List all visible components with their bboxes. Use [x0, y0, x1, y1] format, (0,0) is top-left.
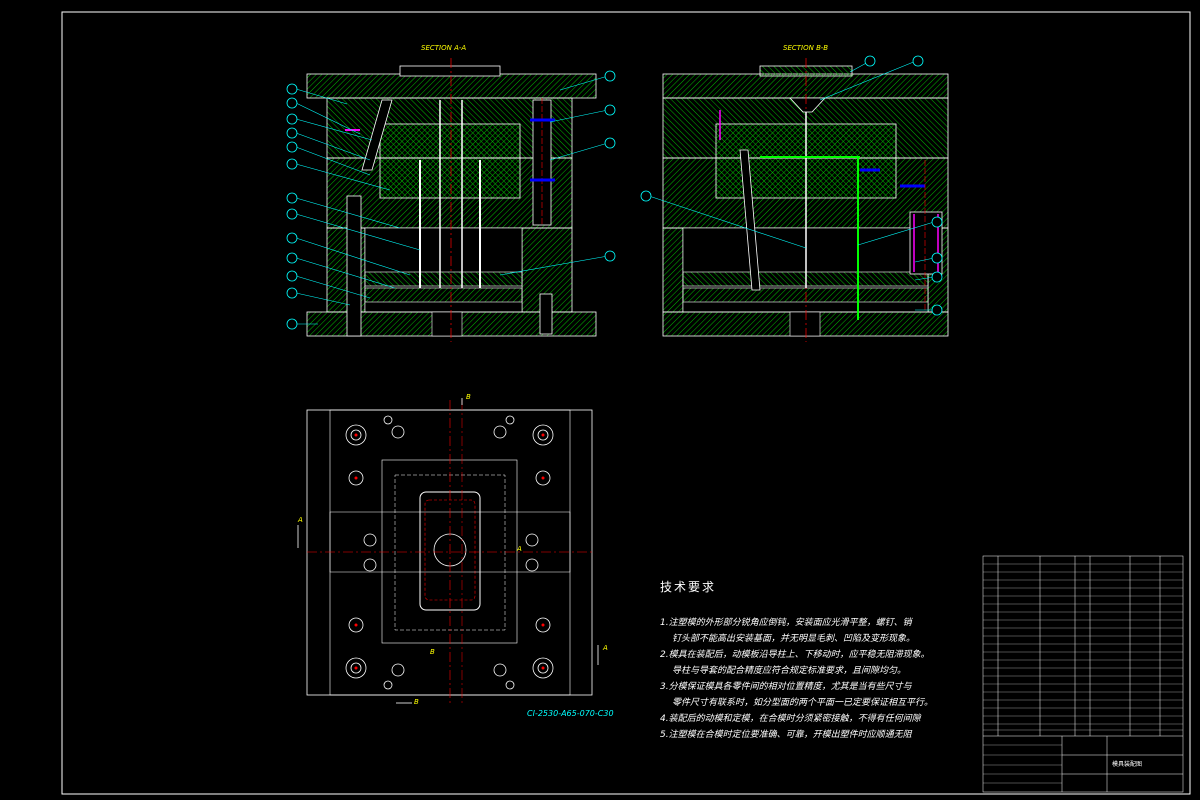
mold-assembly-drawing — [61, 11, 1191, 795]
tech-item: 2.模具在装配后，动模板沿导柱上、下移动时，应平稳无阻滞现象。 — [660, 650, 930, 660]
plan-view — [297, 398, 599, 705]
tech-item: 钉头部不能高出安装基面，并无明显毛刺、凹陷及变形现象。 — [672, 634, 916, 644]
plan-mark-b-top: B — [466, 393, 471, 401]
drawing-border — [61, 11, 1191, 795]
plan-mark-b-bottom: B — [414, 698, 419, 706]
tech-requirements-title: 技术要求 — [660, 580, 717, 594]
section-a-a-title: SECTION A-A — [421, 44, 467, 52]
section-b-b-title: SECTION B-B — [783, 44, 829, 52]
tech-item: 导柱与导套的配合精度应符合规定标准要求，且间隙均匀。 — [672, 666, 907, 676]
plan-mark-a-mid: A — [517, 545, 522, 553]
technical-requirements: 技术要求 1.注塑模的外形部分锐角应倒钝，安装面应光滑平整，螺钉、销 钉头部不能… — [660, 578, 960, 743]
tech-item: 1.注塑模的外形部分锐角应倒钝，安装面应光滑平整，螺钉、销 — [660, 618, 912, 628]
section-b-b-view — [662, 58, 949, 342]
title-block-rows — [983, 563, 1183, 784]
model-code: CI-2530-A65-070-C30 — [527, 709, 614, 718]
title-block-drawing-name: 模具装配图 — [1112, 761, 1143, 768]
plan-mark-a-right: A — [603, 644, 608, 652]
plan-mark-b-mid: B — [430, 648, 435, 656]
tech-item: 4.装配后的动模和定模，在合模时分须紧密接触，不得有任何间隙 — [660, 714, 921, 724]
section-a-a-view — [306, 58, 597, 342]
title-block — [982, 555, 1184, 793]
tech-item: 5.注塑模在合模时定位要准确、可靠，开模出塑件时应顺通无阻 — [660, 730, 912, 740]
plan-mark-a-left: A — [298, 516, 303, 524]
tech-item: 零件尺寸有联系时，如分型面的两个平面一已定要保证相互平行。 — [672, 698, 934, 708]
tech-item: 3.分模保证模具各零件间的相对位置精度，尤其是当有些尺寸与 — [660, 682, 912, 692]
